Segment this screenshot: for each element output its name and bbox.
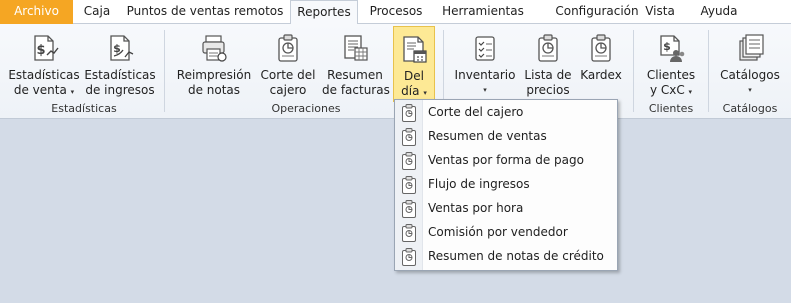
chevron-down-icon: ▾ — [748, 86, 752, 94]
daily-report-icon — [403, 36, 427, 63]
label-line1: Del — [404, 69, 424, 83]
tab-configuracion[interactable]: Configuración — [537, 0, 657, 24]
menu-item-comision-por-vendedor[interactable]: Comisión por vendedor — [395, 221, 617, 245]
label-line1: Estadísticas — [8, 68, 80, 82]
estadisticas-de-ingresos-button[interactable]: $ Estadísticas de ingresos — [83, 24, 157, 104]
label-line2: de venta ▾ — [8, 83, 80, 100]
catalogs-icon — [739, 34, 764, 61]
group-separator — [708, 30, 709, 112]
estadisticas-de-venta-button[interactable]: $ Estadísticas de venta ▾ — [8, 24, 80, 104]
invoices-summary-icon — [344, 35, 368, 61]
label-line1: Inventario — [454, 68, 516, 82]
catalogos-button[interactable]: Catálogos ▾ — [716, 24, 784, 104]
menu-item-label: Flujo de ingresos — [428, 177, 530, 191]
price-list-icon — [538, 34, 558, 62]
del-dia-dropdown-menu: Corte del cajero Resumen de ventas Venta… — [394, 99, 618, 271]
report-clipboard-icon — [402, 248, 416, 266]
tab-puntos-de-ventas-remotos[interactable]: Puntos de ventas remotos — [125, 0, 285, 24]
inventory-checklist-icon — [475, 36, 495, 61]
chevron-down-icon: ▾ — [688, 88, 693, 96]
menu-item-label: Resumen de ventas — [428, 129, 547, 143]
tab-reportes[interactable]: Reportes — [290, 0, 358, 25]
tab-archivo[interactable]: Archivo — [0, 0, 73, 24]
menu-item-label: Ventas por hora — [428, 201, 524, 215]
label-line2: y CxC ▾ — [640, 83, 702, 100]
report-clipboard-icon — [402, 200, 416, 218]
label-line1: Corte del — [260, 68, 316, 82]
group-separator — [633, 30, 634, 112]
svg-text:$: $ — [36, 43, 45, 58]
label-line1: Clientes — [646, 68, 696, 82]
label-text: y CxC — [649, 83, 685, 97]
chevron-down-icon: ▾ — [483, 86, 487, 94]
label-line1: Catálogos — [720, 68, 780, 82]
menu-item-resumen-de-ventas[interactable]: Resumen de ventas — [395, 125, 617, 149]
group-label-estadisticas: Estadísticas — [51, 102, 117, 115]
corte-del-cajero-button[interactable]: Corte del cajero — [258, 24, 318, 104]
statistics-income-icon: $ — [110, 35, 134, 61]
report-clipboard-icon — [402, 224, 416, 242]
label-text: de venta — [13, 83, 67, 97]
inventario-button[interactable]: Inventario ▾ — [452, 24, 518, 104]
menu-item-ventas-por-hora[interactable]: Ventas por hora — [395, 197, 617, 221]
label-line1: Resumen — [327, 68, 383, 82]
chevron-down-icon: ▾ — [423, 89, 427, 97]
reprint-icon — [202, 35, 227, 62]
reimpresion-de-notas-button[interactable]: Reimpresión de notas — [175, 24, 253, 104]
label-line2: de notas — [187, 83, 241, 97]
menu-item-flujo-de-ingresos[interactable]: Flujo de ingresos — [395, 173, 617, 197]
tab-herramientas[interactable]: Herramientas — [437, 0, 529, 24]
group-separator — [164, 30, 165, 112]
label-line2: de facturas — [322, 83, 390, 97]
group-label-clientes: Clientes — [648, 102, 694, 115]
tab-vista[interactable]: Vista — [642, 0, 678, 24]
chevron-down-icon: ▾ — [70, 88, 75, 96]
menu-bar: Archivo Caja Puntos de ventas remotos Re… — [0, 0, 791, 25]
statistics-money-icon: $ — [34, 35, 59, 61]
report-clipboard-icon — [402, 176, 416, 194]
cashier-cut-icon — [278, 34, 298, 62]
tab-ayuda[interactable]: Ayuda — [695, 0, 743, 24]
tab-procesos[interactable]: Procesos — [364, 0, 428, 24]
menu-item-label: Ventas por forma de pago — [428, 153, 584, 167]
label-line2: cajero — [269, 83, 307, 97]
label-line1: Estadísticas — [84, 68, 156, 82]
label-line1: Reimpresión — [176, 68, 252, 82]
menu-item-label: Comisión por vendedor — [428, 225, 568, 239]
label-line1: Lista de — [524, 68, 572, 82]
label-line2: precios — [526, 83, 570, 97]
group-label-catalogos: Catálogos — [722, 102, 778, 115]
report-clipboard-icon — [402, 128, 416, 146]
clientes-y-cxc-button[interactable]: $ Clientes y CxC ▾ — [640, 24, 702, 104]
menu-item-corte-del-cajero[interactable]: Corte del cajero — [395, 101, 617, 125]
label-line1: Kardex — [580, 68, 622, 82]
clients-accounts-icon: $ — [660, 35, 685, 62]
label-text: día — [401, 84, 420, 98]
menu-item-label: Resumen de notas de crédito — [428, 249, 604, 263]
label-line2: de ingresos — [85, 83, 155, 97]
resumen-de-facturas-button[interactable]: Resumen de facturas — [322, 24, 390, 104]
lista-de-precios-button[interactable]: Lista de precios — [522, 24, 574, 104]
menu-item-ventas-por-forma-de-pago[interactable]: Ventas por forma de pago — [395, 149, 617, 173]
del-dia-button[interactable]: Del día ▾ — [393, 26, 435, 102]
menu-item-label: Corte del cajero — [428, 105, 524, 119]
report-clipboard-icon — [402, 104, 416, 122]
tab-caja[interactable]: Caja — [77, 0, 117, 24]
kardex-icon — [591, 34, 611, 62]
svg-text:$: $ — [663, 40, 671, 53]
report-clipboard-icon — [402, 152, 416, 170]
kardex-button[interactable]: Kardex — [578, 24, 624, 104]
menu-item-resumen-de-notas-de-credito[interactable]: Resumen de notas de crédito — [395, 245, 617, 269]
